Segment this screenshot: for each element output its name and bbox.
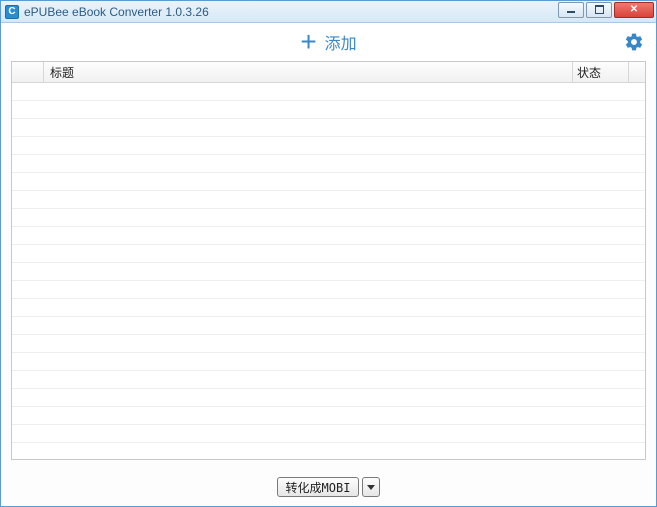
file-table: 标题 状态 bbox=[11, 61, 646, 460]
table-row bbox=[12, 83, 645, 101]
add-button-label: 添加 bbox=[325, 30, 357, 54]
table-row bbox=[12, 371, 645, 389]
window-title: ePUBee eBook Converter 1.0.3.26 bbox=[24, 5, 556, 19]
column-header-title[interactable]: 标题 bbox=[44, 62, 573, 82]
table-row bbox=[12, 317, 645, 335]
convert-button[interactable]: 转化成MOBI bbox=[277, 477, 360, 497]
table-row bbox=[12, 425, 645, 443]
convert-group: 转化成MOBI bbox=[277, 477, 381, 497]
titlebar: C ePUBee eBook Converter 1.0.3.26 bbox=[1, 1, 656, 23]
table-header: 标题 状态 bbox=[12, 62, 645, 83]
maximize-button[interactable] bbox=[586, 2, 612, 18]
table-row bbox=[12, 335, 645, 353]
add-button[interactable]: + 添加 bbox=[300, 28, 356, 56]
column-header-number[interactable] bbox=[12, 62, 44, 82]
gear-icon bbox=[624, 32, 644, 52]
table-row bbox=[12, 227, 645, 245]
table-row bbox=[12, 407, 645, 425]
toolbar: + 添加 bbox=[1, 23, 656, 61]
table-row bbox=[12, 389, 645, 407]
table-row bbox=[12, 137, 645, 155]
table-row bbox=[12, 443, 645, 459]
table-row bbox=[12, 299, 645, 317]
table-row bbox=[12, 155, 645, 173]
table-row bbox=[12, 281, 645, 299]
bottom-bar: 转化成MOBI bbox=[1, 468, 656, 506]
plus-icon: + bbox=[300, 28, 316, 56]
close-button[interactable] bbox=[614, 2, 654, 18]
table-row bbox=[12, 119, 645, 137]
column-header-status[interactable]: 状态 bbox=[573, 62, 629, 82]
app-icon: C bbox=[5, 5, 19, 19]
app-window: C ePUBee eBook Converter 1.0.3.26 + 添加 标… bbox=[0, 0, 657, 507]
window-controls bbox=[556, 2, 654, 20]
table-row bbox=[12, 101, 645, 119]
table-row bbox=[12, 353, 645, 371]
table-row bbox=[12, 245, 645, 263]
minimize-button[interactable] bbox=[558, 2, 584, 18]
column-header-spacer bbox=[629, 62, 645, 82]
table-row bbox=[12, 191, 645, 209]
settings-button[interactable] bbox=[624, 32, 644, 52]
table-row bbox=[12, 209, 645, 227]
table-row bbox=[12, 263, 645, 281]
table-row bbox=[12, 173, 645, 191]
table-body[interactable] bbox=[12, 83, 645, 459]
convert-dropdown-button[interactable] bbox=[362, 477, 380, 497]
